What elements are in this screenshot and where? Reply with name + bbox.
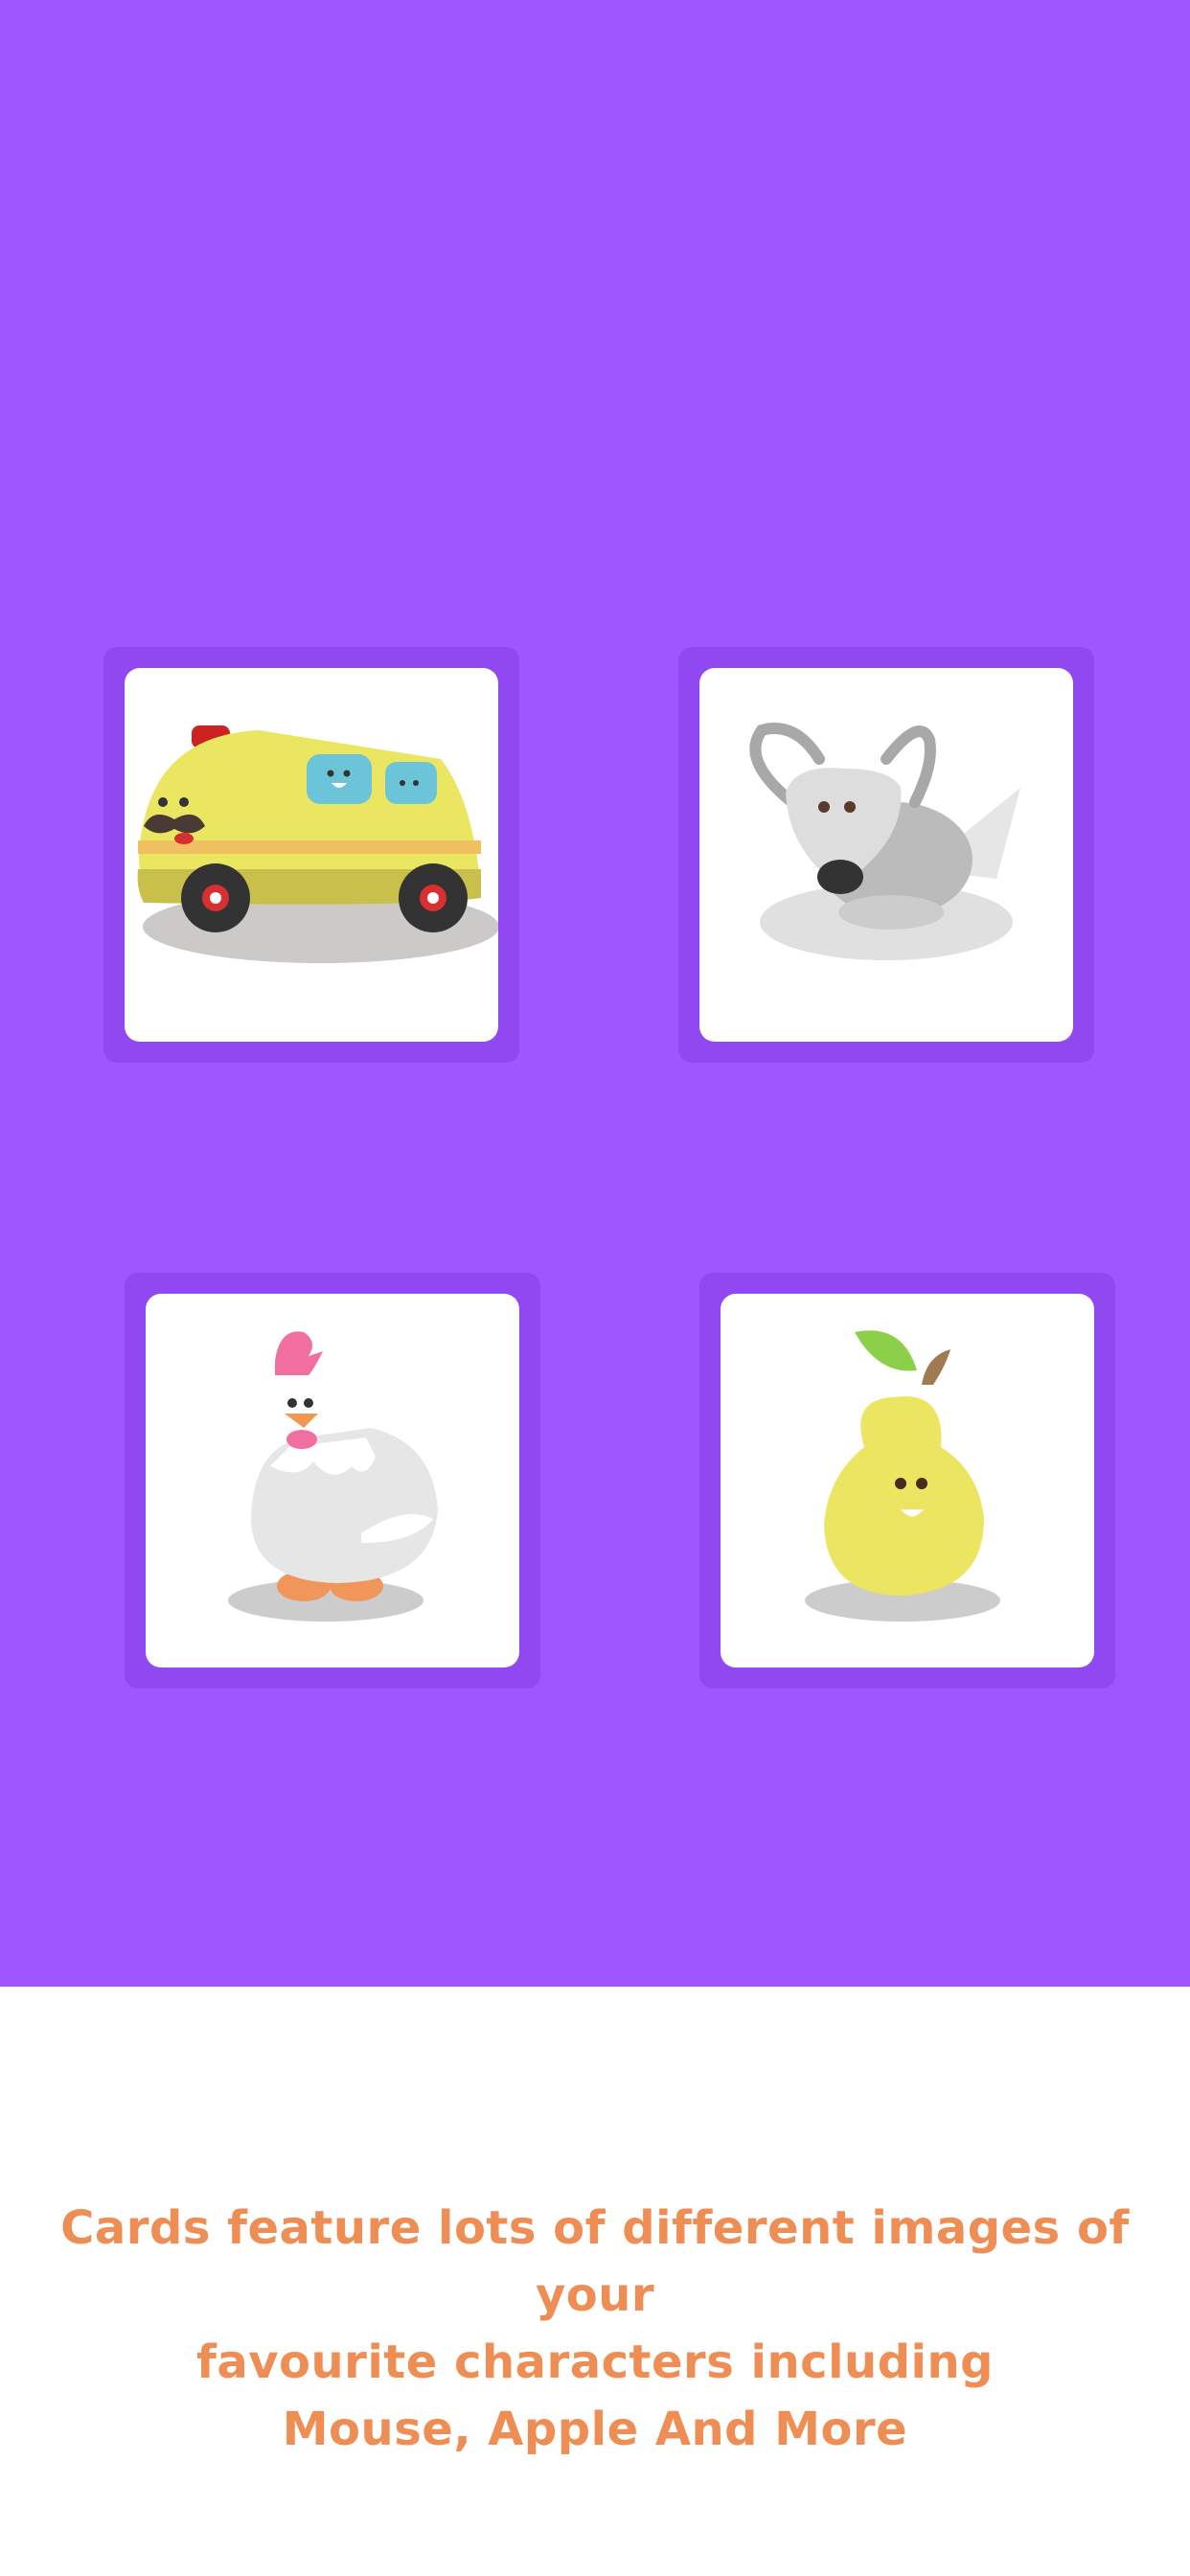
- card-hen[interactable]: [146, 1294, 519, 1668]
- bus-icon: [137, 725, 498, 963]
- feature-caption: Cards feature lots of different images o…: [0, 2195, 1190, 2463]
- hen-icon: [228, 1331, 438, 1622]
- card-frame-pear: [699, 1273, 1115, 1689]
- dog-icon: [749, 723, 1020, 960]
- card-frame-dog: [678, 647, 1094, 1063]
- card-board: [0, 0, 1190, 1987]
- card-bus[interactable]: [125, 668, 498, 1042]
- pear-icon: [805, 1330, 1000, 1622]
- card-frame-hen: [125, 1273, 540, 1689]
- card-dog[interactable]: [699, 668, 1073, 1042]
- caption-line-2: favourite characters including: [195, 2335, 995, 2389]
- caption-line-1: Cards feature lots of different images o…: [60, 2201, 1130, 2322]
- card-frame-bus: [103, 647, 519, 1063]
- card-pear[interactable]: [721, 1294, 1094, 1668]
- caption-line-3: Mouse, Apple And More: [282, 2403, 908, 2456]
